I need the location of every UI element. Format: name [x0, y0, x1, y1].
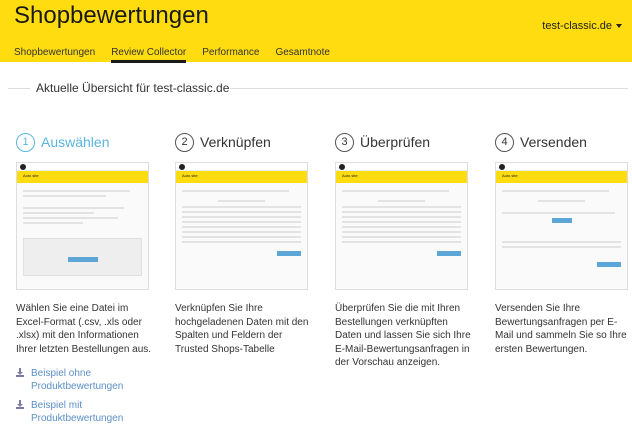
logo-icon: [339, 164, 345, 170]
step-number: 4: [495, 132, 514, 152]
tab-shopbewertungen[interactable]: Shopbewertungen: [14, 47, 95, 59]
overview-title: Aktuelle Übersicht für test-classic.de: [35, 81, 231, 95]
logo-icon: [499, 164, 505, 170]
overview-section-header: Aktuelle Übersicht für test-classic.de: [8, 79, 628, 97]
step-number: 1: [16, 132, 35, 152]
divider: [230, 88, 628, 89]
download-link-without-products[interactable]: Beispiel ohne Produktbewertungen: [16, 367, 136, 393]
download-label: Beispiel mit Produktbewertungen: [31, 400, 124, 424]
download-label: Beispiel ohne Produktbewertungen: [31, 368, 124, 392]
account-menu[interactable]: test-classic.de: [542, 20, 622, 32]
app-title: Shopbewertungen: [14, 2, 209, 29]
step-label: Verknüpfen: [200, 134, 271, 150]
step-2-description: Verknüpfen Sie Ihre hochgeladenen Daten …: [175, 303, 309, 355]
divider: [8, 88, 30, 89]
step-2-preview-image: Auto site: [175, 162, 308, 290]
step-label: Versenden: [520, 134, 587, 150]
step-4-description: Versenden Sie Ihre Bewertungsanfragen pe…: [495, 303, 627, 355]
step-1-description: Wählen Sie eine Datei im Excel-Format (.…: [16, 303, 152, 355]
chevron-down-icon: [616, 24, 622, 29]
main-nav: Shopbewertungen Review Collector Perform…: [14, 47, 346, 63]
thumb-site-label: Auto site: [502, 173, 518, 178]
logo-icon: [179, 164, 185, 170]
tab-gesamtnote[interactable]: Gesamtnote: [275, 47, 329, 59]
step-3-preview-image: Auto site: [335, 162, 468, 290]
tab-performance[interactable]: Performance: [202, 47, 259, 59]
tab-review-collector[interactable]: Review Collector: [111, 47, 187, 63]
step-4: 4 Versenden: [495, 131, 632, 153]
top-header: Shopbewertungen test-classic.de Shopbewe…: [0, 0, 632, 63]
step-number: 3: [335, 132, 354, 152]
step-number: 2: [175, 132, 194, 152]
thumb-site-label: Auto site: [182, 173, 198, 178]
thumb-site-label: Auto site: [342, 173, 358, 178]
account-label: test-classic.de: [542, 20, 612, 32]
step-label: Überprüfen: [360, 134, 431, 150]
step-1: 1 Auswählen: [16, 131, 156, 153]
download-link-with-products[interactable]: Beispiel mit Produktbewertungen: [16, 399, 136, 425]
step-label: Auswählen: [41, 134, 110, 150]
step-2: 2 Verknüpfen: [175, 131, 315, 153]
step-3-description: Überprüfen Sie die mit Ihren Bestellunge…: [335, 303, 471, 368]
step-3: 3 Überprüfen: [335, 131, 475, 153]
thumb-site-label: Auto site: [23, 173, 39, 178]
step-4-preview-image: Auto site: [495, 162, 628, 290]
step-1-preview-image: Auto site: [16, 162, 149, 290]
logo-icon: [20, 164, 26, 170]
